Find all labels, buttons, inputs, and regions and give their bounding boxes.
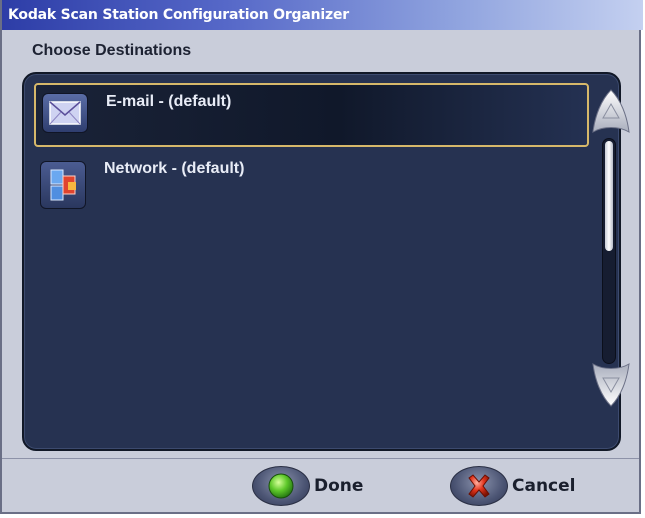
- network-icon: [40, 161, 86, 209]
- red-x-icon: [468, 474, 490, 498]
- done-label: Done: [314, 476, 364, 496]
- window-title: Kodak Scan Station Configuration Organiz…: [8, 7, 349, 23]
- title-bar: Kodak Scan Station Configuration Organiz…: [2, 0, 643, 30]
- destinations-list-panel: E-mail - (default) Network - (default): [22, 72, 630, 451]
- section-title: Choose Destinations: [32, 42, 192, 59]
- footer-divider: [2, 458, 639, 459]
- done-button[interactable]: Done: [252, 466, 364, 508]
- cancel-button[interactable]: Cancel: [450, 466, 580, 508]
- app-window: Kodak Scan Station Configuration Organiz…: [0, 0, 643, 514]
- destination-label: E-mail - (default): [106, 93, 232, 110]
- done-icon-frame: [252, 466, 310, 506]
- scroll-down-button[interactable]: [589, 360, 633, 410]
- green-circle-icon: [268, 473, 294, 499]
- scrollbar-track[interactable]: [602, 138, 616, 364]
- scroll-up-button[interactable]: [589, 86, 633, 136]
- destination-item-email[interactable]: E-mail - (default): [34, 83, 589, 147]
- cancel-label: Cancel: [512, 476, 576, 496]
- cancel-icon-frame: [450, 466, 508, 506]
- scrollbar-thumb[interactable]: [605, 141, 613, 251]
- destination-item-network[interactable]: Network - (default): [34, 154, 589, 214]
- destination-label: Network - (default): [104, 160, 245, 177]
- envelope-icon: [42, 93, 88, 133]
